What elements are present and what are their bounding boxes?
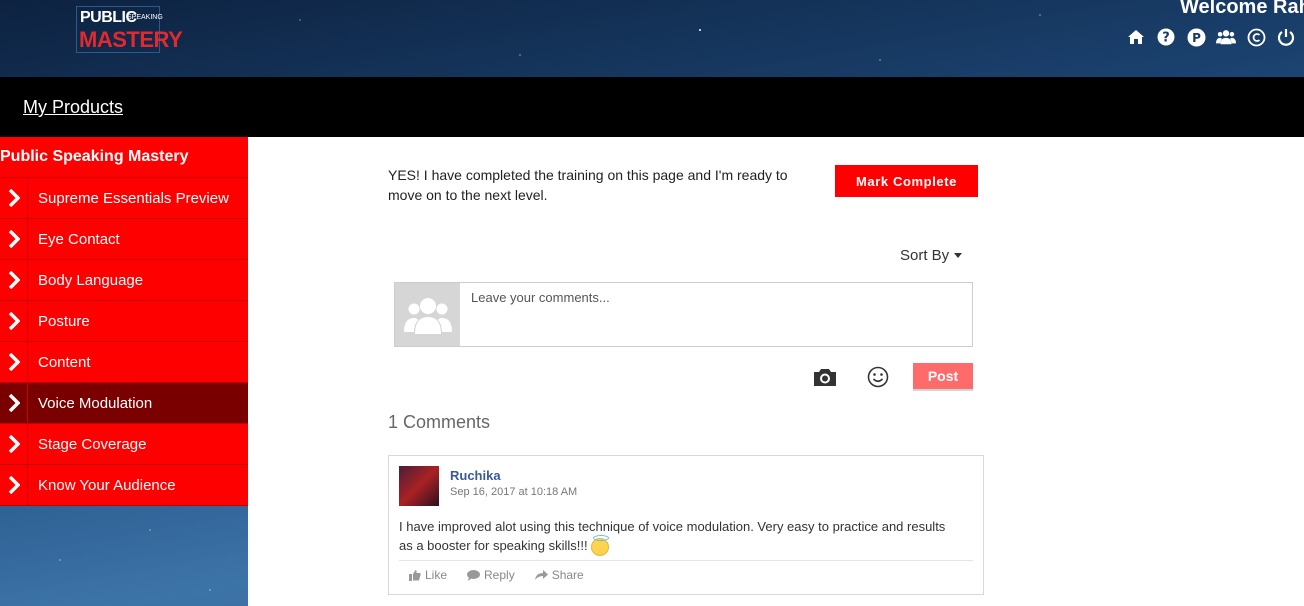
chevron-right-icon bbox=[0, 383, 28, 423]
share-button[interactable]: Share bbox=[534, 568, 584, 582]
sidebar-item-label: Content bbox=[38, 353, 91, 371]
logo[interactable]: PUBLIC SPEAKING MASTERY bbox=[76, 6, 183, 53]
comment-date: Sep 16, 2017 at 10:18 AM bbox=[450, 486, 578, 498]
comment-box bbox=[394, 282, 973, 347]
caret-down-icon bbox=[954, 253, 963, 258]
sidebar-item-label: Body Language bbox=[38, 271, 144, 289]
users-icon[interactable] bbox=[1216, 27, 1236, 47]
svg-text:?: ? bbox=[1162, 31, 1170, 46]
reply-label: Reply bbox=[484, 568, 515, 582]
reply-button[interactable]: Reply bbox=[467, 568, 515, 582]
share-label: Share bbox=[551, 568, 584, 582]
sidebar-item-content[interactable]: Content bbox=[0, 342, 248, 383]
divider bbox=[399, 560, 973, 561]
smiley-icon[interactable] bbox=[867, 366, 889, 393]
sidebar-item-body-language[interactable]: Body Language bbox=[0, 260, 248, 301]
chevron-right-icon bbox=[0, 219, 28, 259]
sort-by-label: Sort By bbox=[900, 247, 950, 264]
chevron-right-icon bbox=[0, 465, 28, 505]
logo-small-text: SPEAKING bbox=[127, 14, 163, 21]
help-icon[interactable]: ? bbox=[1156, 27, 1176, 47]
completion-text: YES! I have completed the training on th… bbox=[388, 167, 788, 203]
sidebar-item-label: Eye Contact bbox=[38, 230, 120, 248]
default-avatar-icon bbox=[395, 283, 460, 346]
logo-bottom-text: MASTERY bbox=[79, 27, 183, 52]
chevron-right-icon bbox=[0, 178, 28, 218]
sidebar-item-label: Know Your Audience bbox=[38, 476, 176, 494]
my-products-link[interactable]: My Products bbox=[23, 97, 123, 118]
power-icon[interactable] bbox=[1276, 27, 1296, 47]
chevron-right-icon bbox=[0, 301, 28, 341]
navbar: My Products bbox=[0, 77, 1304, 137]
post-button[interactable]: Post bbox=[913, 363, 973, 391]
sidebar-item-label: Stage Coverage bbox=[38, 435, 147, 453]
copyright-icon[interactable] bbox=[1246, 27, 1266, 47]
comments-count: 1 Comments bbox=[388, 412, 491, 432]
sidebar-item-stage-coverage[interactable]: Stage Coverage bbox=[0, 424, 248, 465]
comment-input[interactable] bbox=[465, 283, 965, 346]
comment-text-wrap: I have improved alot using this techniqu… bbox=[399, 517, 959, 556]
comment-author[interactable]: Ruchika bbox=[450, 468, 501, 483]
sort-by-dropdown[interactable]: Sort By bbox=[900, 247, 963, 264]
p-circle-icon[interactable]: P bbox=[1186, 27, 1206, 47]
chevron-right-icon bbox=[0, 260, 28, 300]
chevron-right-icon bbox=[0, 424, 28, 464]
sidebar-item-eye-contact[interactable]: Eye Contact bbox=[0, 219, 248, 260]
header-icons: ? P bbox=[1126, 27, 1296, 47]
comment-actions: Like Reply Share bbox=[409, 568, 584, 582]
share-arrow-icon bbox=[534, 569, 548, 580]
mark-complete-button[interactable]: Mark Complete bbox=[835, 165, 978, 197]
home-icon[interactable] bbox=[1126, 27, 1146, 47]
like-button[interactable]: Like bbox=[409, 568, 447, 582]
chevron-right-icon bbox=[0, 342, 28, 382]
svg-text:P: P bbox=[1192, 31, 1201, 45]
sidebar-item-know-your-audience[interactable]: Know Your Audience bbox=[0, 465, 248, 506]
comment-text: I have improved alot using this techniqu… bbox=[399, 519, 946, 553]
angel-emoji-icon bbox=[591, 534, 610, 556]
speech-bubble-icon bbox=[467, 569, 481, 581]
sidebar-item-voice-modulation[interactable]: Voice Modulation bbox=[0, 383, 248, 424]
sidebar-item-label: Supreme Essentials Preview bbox=[38, 189, 229, 207]
sidebar: Public Speaking Mastery Supreme Essentia… bbox=[0, 137, 248, 506]
header: PUBLIC SPEAKING MASTERY Welcome Rah ? P bbox=[0, 0, 1304, 77]
camera-icon[interactable] bbox=[812, 366, 838, 393]
main-content: YES! I have completed the training on th… bbox=[248, 137, 1304, 606]
sidebar-item-posture[interactable]: Posture bbox=[0, 301, 248, 342]
sidebar-title: Public Speaking Mastery bbox=[0, 137, 248, 178]
thumbs-up-icon bbox=[409, 569, 421, 581]
welcome-text: Welcome Rah bbox=[1180, 0, 1304, 18]
sidebar-item-supreme-essentials-preview[interactable]: Supreme Essentials Preview bbox=[0, 178, 248, 219]
sidebar-item-label: Voice Modulation bbox=[38, 394, 153, 412]
like-label: Like bbox=[425, 568, 448, 582]
avatar[interactable] bbox=[399, 466, 439, 506]
comment-card: Ruchika Sep 16, 2017 at 10:18 AM I have … bbox=[388, 455, 984, 595]
sidebar-item-label: Posture bbox=[38, 312, 90, 330]
